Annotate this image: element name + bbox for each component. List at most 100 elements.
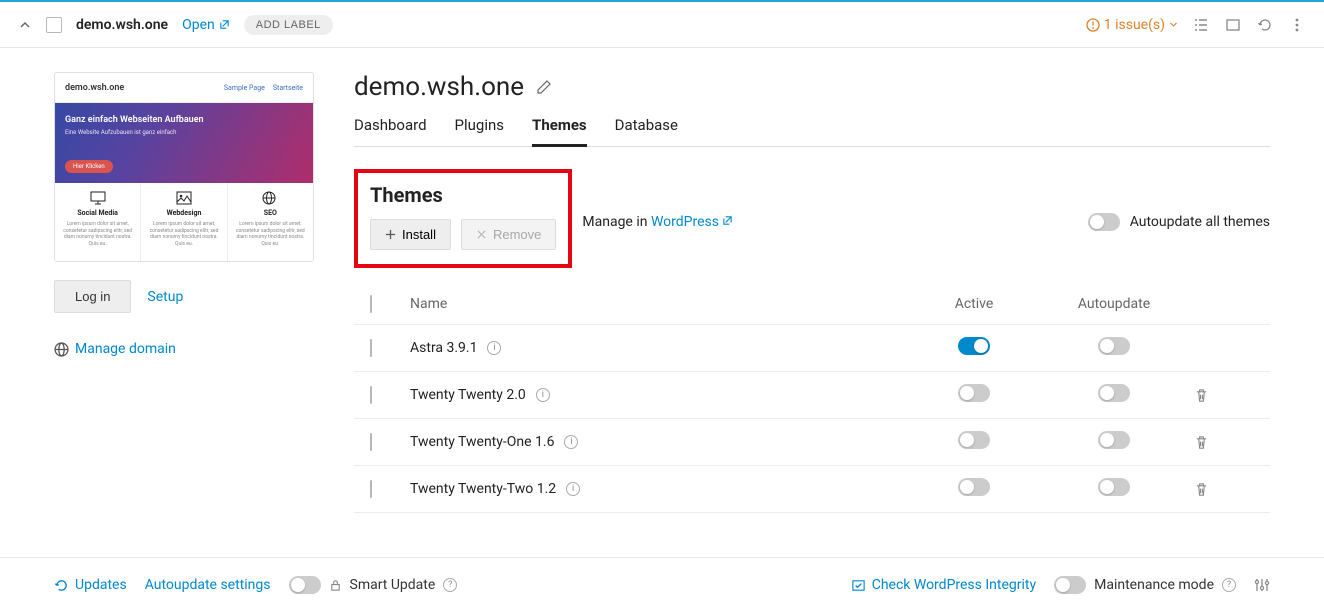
chevron-down-icon: [1169, 20, 1178, 29]
active-toggle[interactable]: [958, 431, 990, 449]
preview-card-text: Lorem ipsum dolor sit amet, consetetur s…: [234, 221, 307, 247]
active-toggle[interactable]: [958, 478, 990, 496]
row-checkbox[interactable]: [370, 339, 372, 357]
row-checkbox[interactable]: [370, 433, 372, 451]
sliders-icon[interactable]: [1254, 577, 1270, 593]
smart-update-toggle[interactable]: [289, 576, 321, 594]
remove-label: Remove: [493, 227, 541, 242]
lock-icon: [329, 579, 342, 592]
preview-card-text: Lorem ipsum dolor sit amet, consetetur s…: [147, 221, 220, 247]
chevron-up-icon[interactable]: [18, 18, 32, 32]
preview-card-title: SEO: [234, 209, 307, 217]
wp-link-text: WordPress: [651, 214, 719, 230]
info-icon[interactable]: i: [536, 388, 550, 402]
autoupdate-settings-link[interactable]: Autoupdate settings: [145, 577, 271, 593]
autoupdate-toggle[interactable]: [1098, 384, 1130, 402]
manage-domain-text: Manage domain: [75, 341, 176, 357]
row-checkbox[interactable]: [370, 480, 372, 498]
help-icon[interactable]: ?: [1222, 578, 1236, 592]
check-shield-icon: [851, 578, 866, 593]
remove-button[interactable]: Remove: [461, 219, 556, 250]
warning-icon: [1086, 18, 1100, 32]
select-site-checkbox[interactable]: [46, 17, 62, 33]
trash-icon[interactable]: [1194, 435, 1254, 450]
maintenance-toggle[interactable]: [1054, 576, 1086, 594]
help-icon[interactable]: ?: [443, 578, 457, 592]
login-button[interactable]: Log in: [54, 280, 131, 313]
install-label: Install: [402, 227, 436, 242]
preview-card: Social Media Lorem ipsum dolor sit amet,…: [55, 183, 141, 262]
check-integrity-link[interactable]: Check WordPress Integrity: [851, 577, 1036, 593]
theme-name[interactable]: Twenty Twenty 2.0: [410, 387, 526, 403]
table-header: Name Active Autoupdate: [354, 284, 1270, 325]
preview-card-text: Lorem ipsum dolor sit amet, consetetur s…: [61, 221, 134, 247]
theme-name[interactable]: Astra 3.9.1: [410, 340, 477, 356]
globe-icon: [262, 191, 278, 205]
manage-domain-link[interactable]: Manage domain: [54, 341, 314, 357]
issues-link[interactable]: 1 issue(s): [1086, 17, 1178, 33]
tab-themes[interactable]: Themes: [532, 116, 587, 147]
table-row: Twenty Twenty 2.0 i: [354, 372, 1270, 419]
autoupdate-toggle[interactable]: [1098, 337, 1130, 355]
manage-in: Manage in WordPress: [582, 214, 733, 230]
select-all-checkbox[interactable]: [370, 295, 372, 313]
kebab-menu-icon[interactable]: [1288, 16, 1306, 34]
tab-plugins[interactable]: Plugins: [455, 116, 504, 146]
row-checkbox[interactable]: [370, 386, 372, 404]
smart-update-label: Smart Update: [350, 577, 436, 593]
sidebar: demo.wsh.one Sample Page Startseite Ganz…: [54, 72, 314, 513]
plus-icon: [385, 229, 396, 240]
setup-link[interactable]: Setup: [147, 289, 183, 305]
active-toggle[interactable]: [958, 384, 990, 402]
globe-icon: [54, 342, 69, 357]
info-icon[interactable]: i: [564, 435, 578, 449]
preview-hero: Ganz einfach Webseiten Aufbauen Eine Web…: [55, 103, 313, 183]
info-icon[interactable]: i: [487, 341, 501, 355]
theme-name[interactable]: Twenty Twenty-One 1.6: [410, 434, 554, 450]
tab-dashboard[interactable]: Dashboard: [354, 116, 427, 146]
wordpress-link[interactable]: WordPress: [651, 214, 734, 230]
preview-nav-link: Startseite: [273, 84, 303, 92]
page-title: demo.wsh.one: [354, 72, 524, 102]
autoupdate-all-label: Autoupdate all themes: [1130, 214, 1270, 230]
preview-hero-sub: Eine Website Aufzubauen ist ganz einfach: [65, 129, 303, 136]
themes-action-row: Themes Install Remove Manage in WordPres…: [354, 169, 1270, 274]
theme-name[interactable]: Twenty Twenty-Two 1.2: [410, 481, 556, 497]
open-label-text: Open: [182, 17, 215, 33]
refresh-icon[interactable]: [1256, 16, 1274, 34]
autoupdate-all-toggle[interactable]: [1088, 213, 1120, 231]
smart-update-item: Smart Update ?: [289, 576, 458, 594]
section-title: Themes: [370, 183, 556, 207]
footer: Updates Autoupdate settings Smart Update…: [0, 557, 1324, 612]
list-view-icon[interactable]: [1192, 16, 1210, 34]
preview-card: SEO Lorem ipsum dolor sit amet, consetet…: [228, 183, 313, 262]
sidebar-actions: Log in Setup: [54, 280, 314, 313]
preview-domain: demo.wsh.one: [65, 83, 124, 93]
card-view-icon[interactable]: [1224, 16, 1242, 34]
active-toggle[interactable]: [958, 337, 990, 355]
site-preview[interactable]: demo.wsh.one Sample Page Startseite Ganz…: [54, 72, 314, 262]
monitor-icon: [90, 191, 106, 205]
trash-icon[interactable]: [1194, 388, 1254, 403]
col-name-header[interactable]: Name: [410, 296, 914, 312]
edit-icon[interactable]: [536, 79, 552, 95]
maintenance-item: Maintenance mode ?: [1054, 576, 1236, 594]
preview-hero-btn: Hier Klicken: [65, 160, 113, 173]
highlight-box: Themes Install Remove: [354, 169, 572, 268]
col-active-header: Active: [914, 296, 1034, 312]
open-site-link[interactable]: Open: [182, 17, 230, 33]
trash-icon[interactable]: [1194, 482, 1254, 497]
topbar-left: demo.wsh.one Open ADD LABEL: [18, 15, 1086, 35]
autoupdate-toggle[interactable]: [1098, 431, 1130, 449]
updates-link[interactable]: Updates: [54, 577, 127, 593]
info-icon[interactable]: i: [566, 482, 580, 496]
install-button[interactable]: Install: [370, 219, 451, 250]
preview-card-title: Webdesign: [147, 209, 220, 217]
maintenance-label: Maintenance mode: [1094, 577, 1214, 593]
external-link-icon: [219, 19, 230, 30]
manage-in-prefix: Manage in: [582, 214, 651, 230]
tab-database[interactable]: Database: [615, 116, 678, 146]
add-label-button[interactable]: ADD LABEL: [244, 15, 333, 35]
refresh-icon: [54, 578, 69, 593]
autoupdate-toggle[interactable]: [1098, 478, 1130, 496]
